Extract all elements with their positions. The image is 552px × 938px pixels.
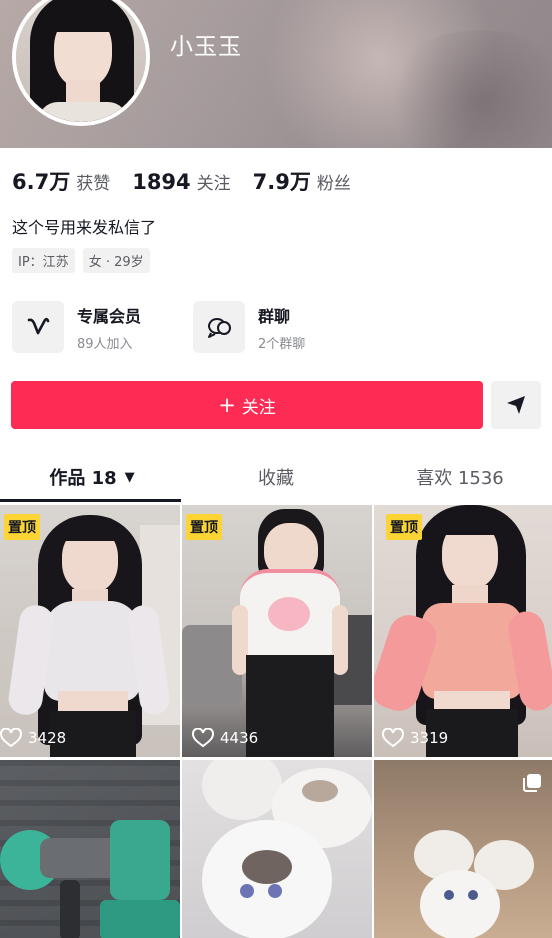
heart-icon <box>382 728 404 748</box>
stat-likes-value: 6.7万 <box>12 170 71 194</box>
tab-liked-label: 喜欢 1536 <box>416 468 504 489</box>
video-likes: 4436 <box>192 728 258 748</box>
heart-icon <box>192 728 214 748</box>
tab-works[interactable]: 作品 18 ▼ <box>0 452 184 502</box>
tab-favorites-label: 收藏 <box>258 468 294 489</box>
multi-image-icon <box>521 772 543 798</box>
content-tabs: 作品 18 ▼ 收藏 喜欢 1536 <box>0 452 552 502</box>
send-arrow-icon <box>507 396 525 414</box>
likes-count: 4436 <box>220 729 259 747</box>
stat-following[interactable]: 1894 关注 <box>132 169 230 194</box>
video-thumbnail[interactable] <box>374 760 552 938</box>
pinned-badge: 置顶 <box>386 514 422 540</box>
video-thumbnail[interactable]: 置顶 3428 <box>0 505 180 757</box>
avatar[interactable] <box>12 0 150 126</box>
share-button[interactable] <box>491 381 541 429</box>
profile-tags: IP：江苏 女 · 29岁 <box>12 248 150 273</box>
caret-down-icon[interactable]: ▼ <box>125 470 135 485</box>
likes-count: 3428 <box>28 729 67 747</box>
tab-favorites[interactable]: 收藏 <box>184 452 368 502</box>
gender-age-tag: 女 · 29岁 <box>82 248 150 273</box>
stat-likes-label: 获赞 <box>76 174 111 194</box>
stat-following-label: 关注 <box>196 174 231 194</box>
pinned-badge: 置顶 <box>186 514 222 540</box>
stat-followers-value: 7.9万 <box>252 170 311 194</box>
active-tab-indicator <box>0 499 181 502</box>
stat-following-value: 1894 <box>132 170 191 194</box>
group-chat-feature[interactable]: 群聊 2个群聊 <box>193 301 374 353</box>
video-grid: 置顶 3428 置顶 4436 置顶 3319 <box>0 505 552 938</box>
member-title: 专属会员 <box>77 306 142 326</box>
bio-text: 这个号用来发私信了 <box>12 218 157 237</box>
stat-likes[interactable]: 6.7万 获赞 <box>12 166 110 196</box>
likes-count: 3319 <box>410 729 449 747</box>
video-thumbnail[interactable] <box>182 760 372 938</box>
member-feature[interactable]: 专属会员 89人加入 <box>12 301 193 353</box>
stat-followers[interactable]: 7.9万 粉丝 <box>253 166 351 196</box>
group-chat-title: 群聊 <box>258 306 291 326</box>
ip-tag: IP：江苏 <box>12 248 75 273</box>
member-subtitle: 89人加入 <box>77 336 133 352</box>
video-thumbnail[interactable]: 置顶 3319 <box>374 505 552 757</box>
stats-row: 6.7万 获赞 1894 关注 7.9万 粉丝 <box>12 166 373 196</box>
heart-icon <box>0 728 22 748</box>
plus-icon: + <box>218 392 236 417</box>
video-thumbnail[interactable]: 置顶 4436 <box>182 505 372 757</box>
group-chat-subtitle: 2个群聊 <box>258 336 306 352</box>
feature-row: 专属会员 89人加入 群聊 2个群聊 <box>12 301 374 353</box>
stat-followers-label: 粉丝 <box>316 174 351 194</box>
profile-header-background: 小玉玉 <box>0 0 552 148</box>
pinned-badge: 置顶 <box>4 514 40 540</box>
username: 小玉玉 <box>170 34 242 60</box>
follow-label: 关注 <box>241 397 276 418</box>
tab-works-label: 作品 18 <box>49 468 117 489</box>
group-chat-icon <box>193 301 245 353</box>
v-member-icon <box>12 301 64 353</box>
video-thumbnail[interactable] <box>0 760 180 938</box>
tab-liked[interactable]: 喜欢 1536 <box>368 452 552 502</box>
follow-button[interactable]: + 关注 <box>11 381 483 429</box>
video-likes: 3319 <box>382 728 448 748</box>
video-likes: 3428 <box>0 728 66 748</box>
